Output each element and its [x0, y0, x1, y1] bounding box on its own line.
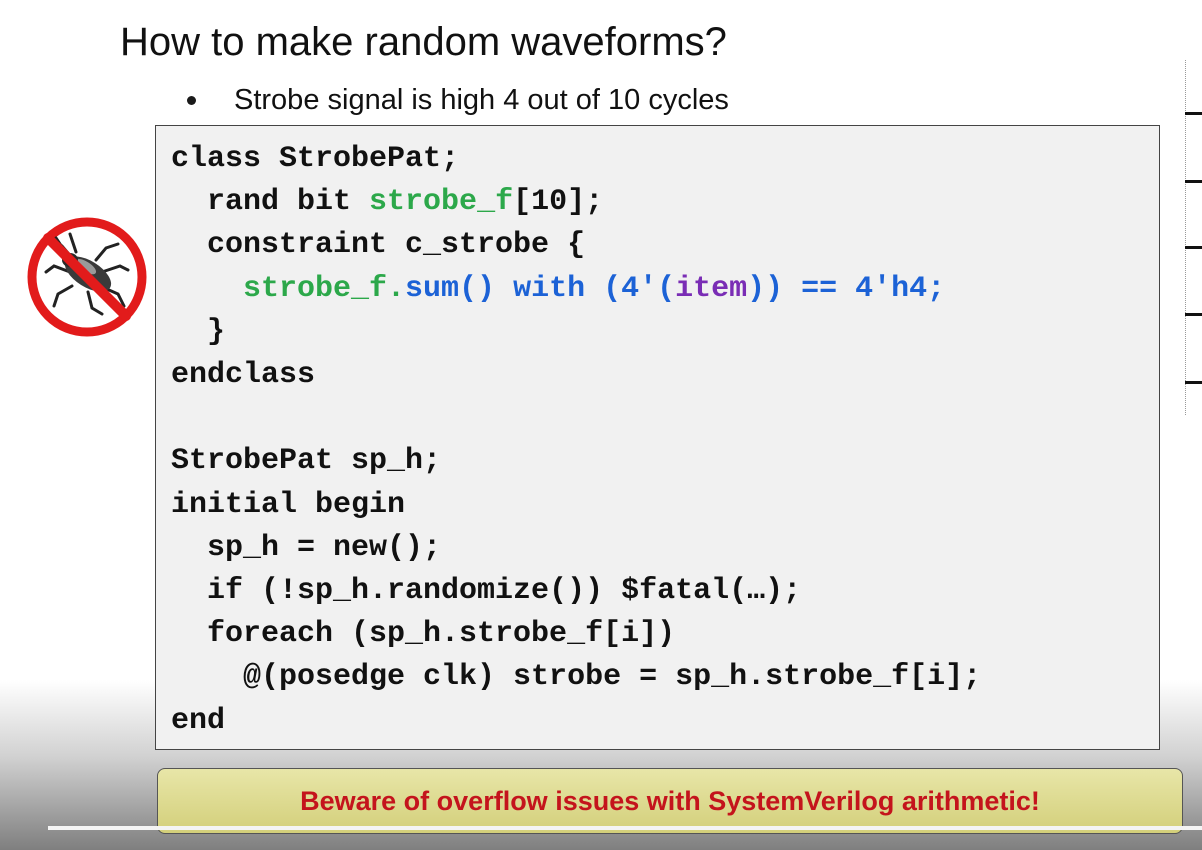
code-token: item	[675, 271, 748, 306]
code-box: class StrobePat; rand bit strobe_f[10]; …	[155, 125, 1160, 750]
bullet-text: Strobe signal is high 4 out of 10 cycles	[234, 84, 729, 116]
no-bugs-icon	[26, 216, 148, 338]
tick-mark	[1185, 112, 1202, 115]
code-line: @(posedge clk) strobe = sp_h.strobe_f[i]…	[171, 660, 982, 695]
code-token: strobe_f	[369, 185, 514, 220]
code-line: rand bit	[171, 185, 370, 220]
code-line: constraint c_strobe {	[171, 228, 586, 263]
tick-mark	[1185, 246, 1202, 249]
code-line: sp_h = new();	[171, 530, 442, 565]
code-line: }	[171, 314, 226, 349]
tick-mark	[1185, 381, 1202, 384]
warning-text: Beware of overflow issues with SystemVer…	[300, 785, 1040, 816]
code-line: StrobePat sp_h;	[171, 444, 442, 479]
code-token: strobe_f.	[243, 271, 406, 306]
code-block: class StrobePat; rand bit strobe_f[10]; …	[171, 138, 981, 743]
code-line: if (!sp_h.randomize()) $fatal(…);	[171, 574, 802, 609]
code-line: endclass	[171, 358, 316, 393]
code-line: end	[171, 703, 226, 738]
video-progress-line[interactable]	[48, 826, 1202, 830]
code-token: )) == 4'h4;	[747, 271, 946, 306]
warning-callout: Beware of overflow issues with SystemVer…	[157, 768, 1183, 834]
slide-title: How to make random waveforms?	[120, 20, 727, 64]
tick-mark	[1185, 180, 1202, 183]
code-token: [10];	[513, 185, 604, 220]
bullet-item: Strobe signal is high 4 out of 10 cycles	[187, 84, 729, 117]
tick-mark	[1185, 313, 1202, 316]
code-line: initial begin	[171, 487, 406, 522]
code-line: foreach (sp_h.strobe_f[i])	[171, 617, 676, 652]
code-token: sum() with (4'(	[405, 271, 676, 306]
bullet-dot	[187, 96, 196, 105]
code-line: class StrobePat;	[171, 142, 460, 176]
